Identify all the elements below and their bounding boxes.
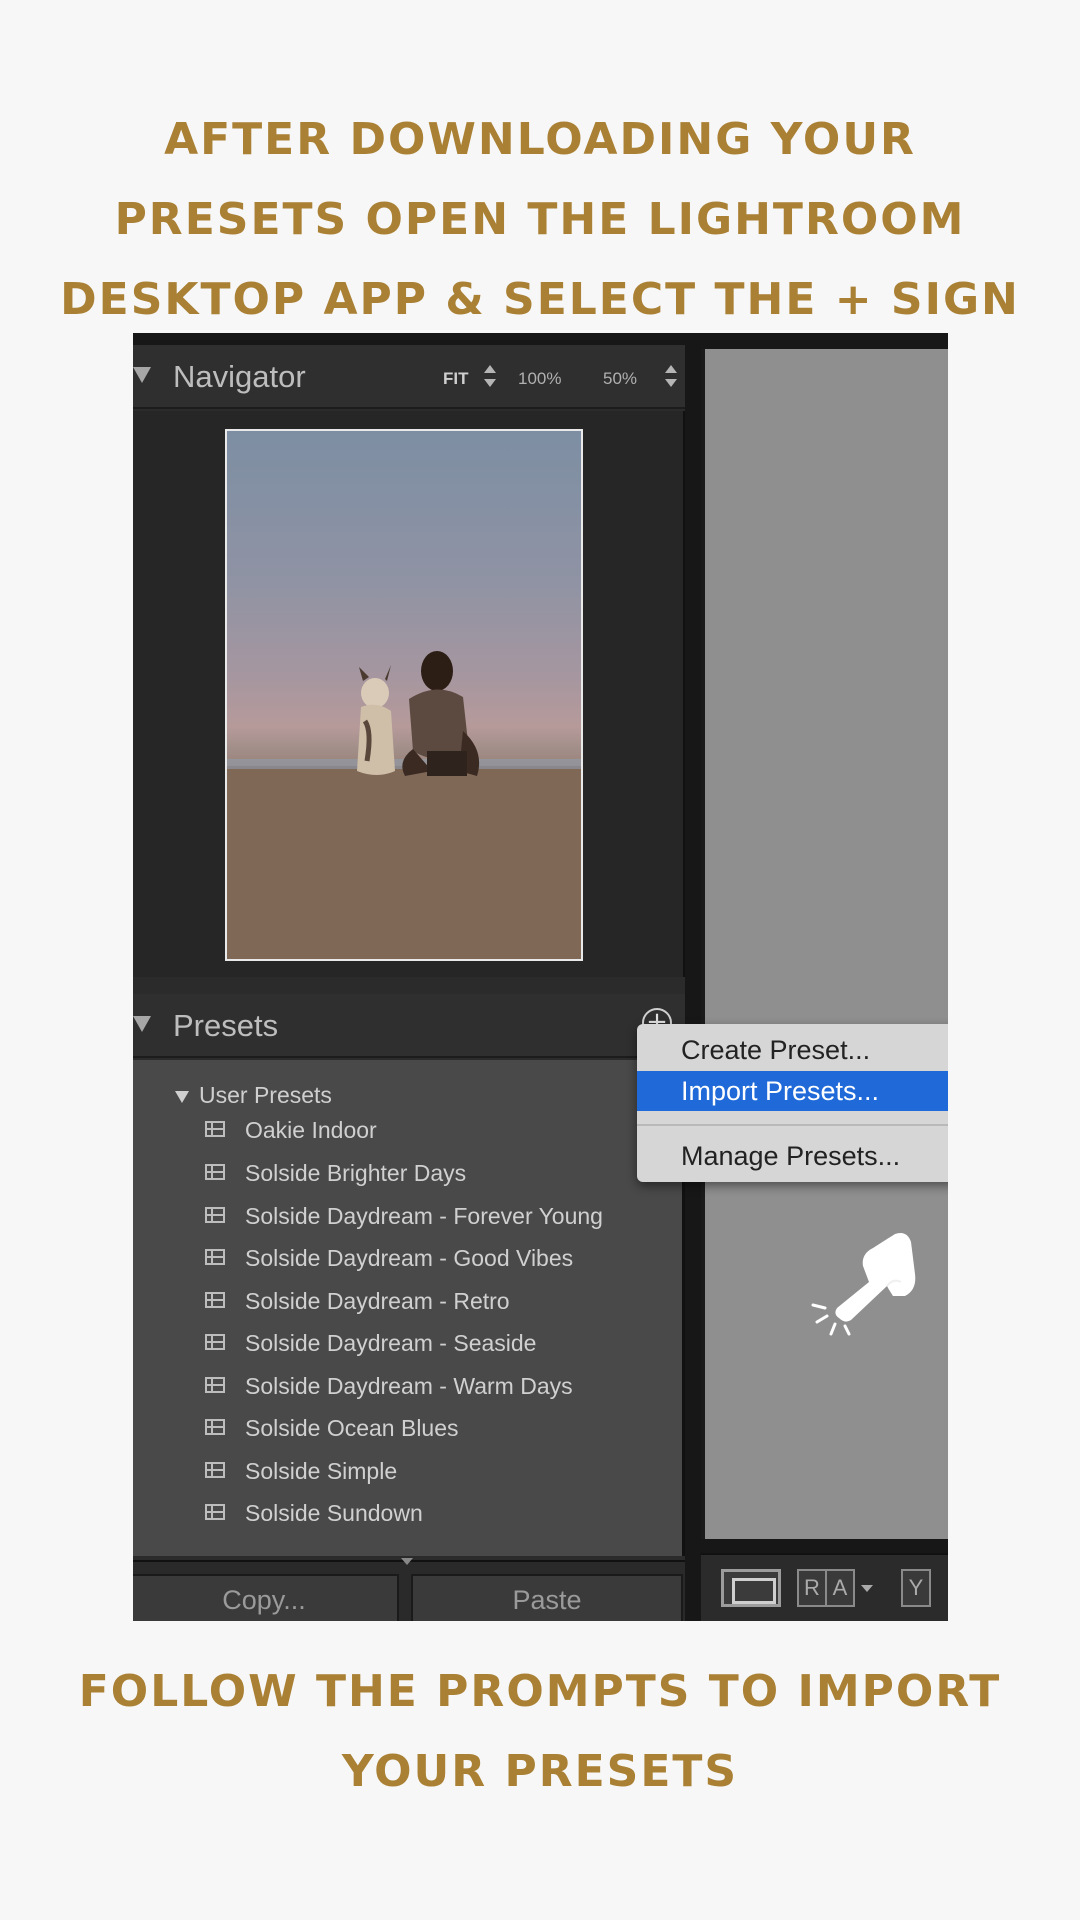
collapse-triangle-icon[interactable]: [133, 1016, 151, 1032]
dropdown-arrow-icon[interactable]: [861, 1585, 873, 1592]
user-presets-group[interactable]: User Presets: [175, 1082, 332, 1109]
presets-list: User Presets Oakie Indoor Solside Bright…: [133, 1060, 685, 1556]
preset-item[interactable]: Solside Ocean Blues: [205, 1412, 665, 1446]
preset-icon: [205, 1462, 225, 1478]
preset-item[interactable]: Oakie Indoor: [205, 1114, 665, 1148]
preset-label: Solside Daydream - Retro: [245, 1288, 510, 1314]
pointing-hand-icon: [811, 1233, 916, 1336]
instruction-bottom: Follow the prompts to import your preset…: [78, 1666, 1002, 1797]
preset-context-menu: Create Preset... Import Presets... Manag…: [637, 1024, 948, 1182]
right-toolbar: R A Y: [701, 1553, 948, 1621]
preset-icon: [205, 1249, 225, 1265]
preset-icon: [205, 1504, 225, 1520]
zoom-fit[interactable]: FIT: [443, 369, 469, 389]
paste-button[interactable]: Paste: [411, 1574, 683, 1621]
presets-title: Presets: [173, 1008, 279, 1043]
navigator-photo: [225, 429, 583, 961]
preset-label: Solside Daydream - Good Vibes: [245, 1245, 574, 1271]
preset-label: Solside Daydream - Seaside: [245, 1330, 537, 1356]
preset-item[interactable]: Solside Simple: [205, 1455, 665, 1489]
preset-icon: [205, 1207, 225, 1223]
menu-import-presets[interactable]: Import Presets...: [637, 1071, 948, 1111]
presets-header[interactable]: Presets +: [133, 994, 685, 1058]
preset-icon: [205, 1164, 225, 1180]
preset-icon: [205, 1334, 225, 1350]
compare-y-button[interactable]: Y: [901, 1569, 931, 1607]
reference-a-button[interactable]: A: [825, 1569, 855, 1607]
preset-icon: [205, 1292, 225, 1308]
collapse-triangle-icon[interactable]: [133, 367, 151, 383]
reference-r-button[interactable]: R: [797, 1569, 827, 1607]
navigator-preview-area: [133, 411, 685, 977]
left-panel: Navigator FIT 100% 50% Presets + User Pr…: [133, 345, 685, 1621]
expand-triangle-icon[interactable]: [175, 1091, 189, 1103]
preset-label: Solside Ocean Blues: [245, 1415, 459, 1441]
preset-label: Solside Sundown: [245, 1500, 423, 1526]
zoom-50[interactable]: 50%: [603, 369, 637, 389]
panel-toggle-icon[interactable]: [401, 1558, 413, 1565]
preset-icon: [205, 1121, 225, 1137]
preset-label: Oakie Indoor: [245, 1117, 377, 1143]
zoom-100[interactable]: 100%: [518, 369, 561, 389]
preset-item[interactable]: Solside Daydream - Retro: [205, 1285, 665, 1319]
lightroom-screenshot: Navigator FIT 100% 50% Presets + User Pr…: [133, 333, 948, 1621]
preset-icon: [205, 1419, 225, 1435]
preset-label: Solside Daydream - Warm Days: [245, 1373, 573, 1399]
preset-item[interactable]: Solside Daydream - Warm Days: [205, 1370, 665, 1404]
navigator-title: Navigator: [173, 359, 306, 394]
left-bottom-bar: Copy... Paste: [133, 1558, 685, 1621]
preset-icon: [205, 1377, 225, 1393]
preset-label: Solside Simple: [245, 1458, 398, 1484]
image-canvas: [701, 349, 948, 1539]
menu-create-preset[interactable]: Create Preset...: [637, 1030, 948, 1070]
photo-scene: [227, 651, 581, 959]
preset-item[interactable]: Solside Brighter Days: [205, 1157, 665, 1191]
preset-item[interactable]: Solside Daydream - Seaside: [205, 1327, 665, 1361]
group-label: User Presets: [199, 1082, 332, 1108]
navigator-header[interactable]: Navigator FIT 100% 50%: [133, 345, 685, 409]
preset-item[interactable]: Solside Daydream - Good Vibes: [205, 1242, 665, 1276]
copy-button[interactable]: Copy...: [133, 1574, 399, 1621]
menu-divider: [637, 1124, 948, 1126]
updown-arrows-icon[interactable]: [484, 365, 496, 387]
preset-item[interactable]: Solside Sundown: [205, 1497, 665, 1531]
preset-label: Solside Brighter Days: [245, 1160, 467, 1186]
preset-label: Solside Daydream - Forever Young: [245, 1203, 603, 1229]
updown-arrows-icon[interactable]: [665, 365, 677, 387]
loupe-view-icon[interactable]: [721, 1569, 781, 1607]
preset-item[interactable]: Solside Daydream - Forever Young: [205, 1200, 665, 1234]
menu-manage-presets[interactable]: Manage Presets...: [637, 1136, 948, 1176]
